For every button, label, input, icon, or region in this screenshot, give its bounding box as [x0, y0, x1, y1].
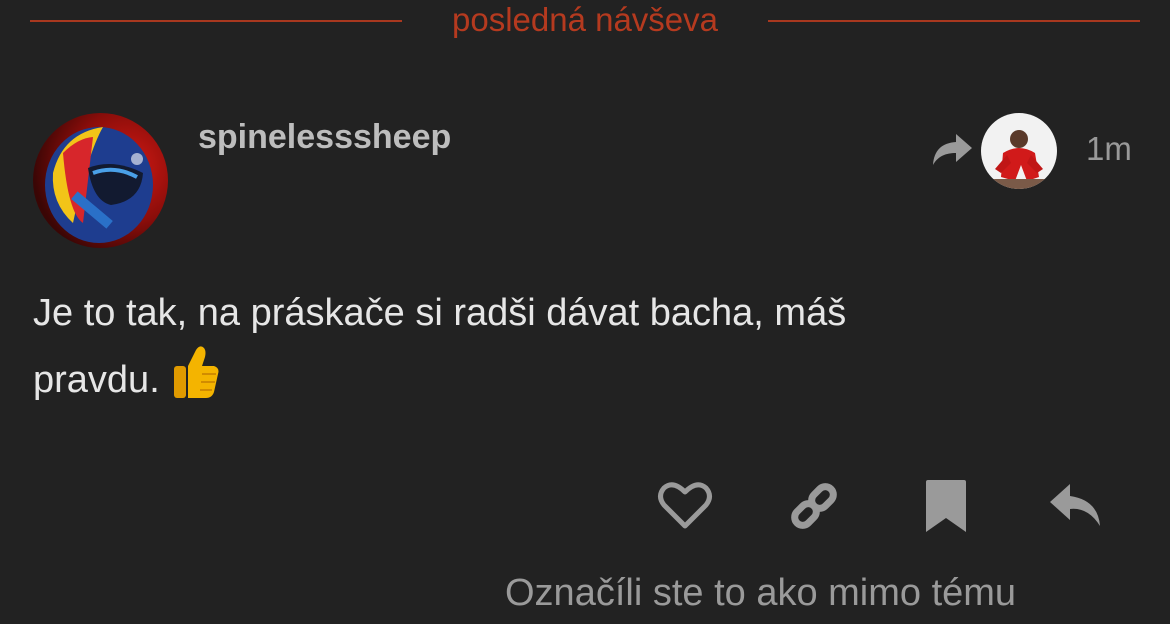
share-arrow-icon[interactable]: [930, 132, 974, 168]
divider-line-right: [768, 20, 1140, 22]
thumbs-up-icon: [170, 344, 220, 400]
helmet-avatar-image: [33, 113, 168, 248]
divider-line-left: [30, 20, 402, 22]
post-text-line-1: Je to tak, na práskače si radši dávat ba…: [33, 292, 847, 334]
post-text-line-2: pravdu.: [33, 359, 160, 401]
reply-avatar-image: [981, 113, 1057, 189]
reply-icon[interactable]: [1046, 476, 1106, 536]
bookmark-icon[interactable]: [916, 476, 976, 536]
post-body: Je to tak, na práskače si radši dávat ba…: [33, 282, 1033, 411]
author-username[interactable]: spinelesssheep: [198, 116, 451, 158]
author-avatar[interactable]: [33, 113, 168, 248]
last-visit-label: posledná návševa: [451, 1, 719, 38]
post-time[interactable]: 1m: [1086, 128, 1132, 170]
link-icon[interactable]: [784, 476, 844, 536]
flag-notice[interactable]: Označíli ste to ako mimo tému: [505, 570, 1016, 616]
last-visit-divider: posledná návševa: [30, 0, 1140, 40]
heart-icon[interactable]: [655, 476, 715, 536]
reply-to-user-avatar[interactable]: [981, 113, 1057, 189]
